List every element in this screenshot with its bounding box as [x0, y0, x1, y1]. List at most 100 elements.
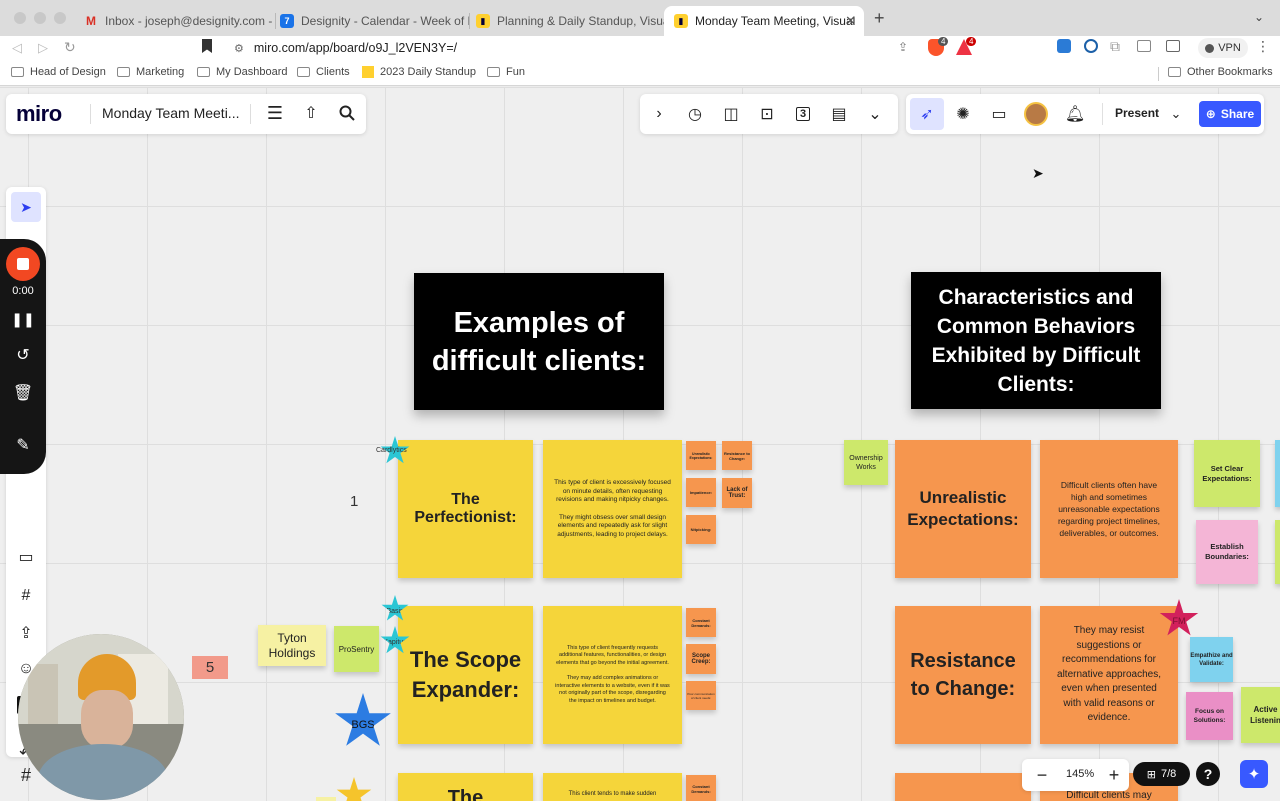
sticky-poor-comm-small[interactable]: Poor communication of client needs:	[686, 681, 716, 710]
sticky-perfectionist[interactable]: The Perfectionist:	[398, 440, 533, 578]
bookmark-daily-standup[interactable]: 2023 Daily Standup	[362, 66, 476, 78]
menu-dots-icon[interactable]: ⋮	[1256, 38, 1270, 55]
reload-icon[interactable]: ↻	[64, 39, 76, 56]
expand-chevron-icon[interactable]: ›	[648, 103, 670, 125]
focus-icon[interactable]: ⊡	[756, 103, 778, 125]
url-field[interactable]: ⚙ miro.com/app/board/o9J_l2VEN3Y=/	[226, 37, 916, 59]
sticky-scope-expander[interactable]: The Scope Expander:	[398, 606, 533, 744]
sticky-resistance-to-change[interactable]: Resistance to Change:	[895, 606, 1031, 744]
trash-icon[interactable]: 🗑︎	[12, 383, 34, 403]
ai-assist-button[interactable]: ✦	[1240, 760, 1268, 788]
heading-characteristics[interactable]: Characteristics and Common Behaviors Exh…	[911, 272, 1161, 409]
sticky-edge-green[interactable]	[1275, 520, 1280, 584]
share-page-icon[interactable]: ⇪	[898, 40, 908, 54]
board-title[interactable]: Monday Team Meeti...	[102, 105, 239, 121]
stop-record-button[interactable]	[6, 247, 40, 281]
star-yellow-icon[interactable]	[336, 777, 372, 801]
wallet-icon[interactable]	[1166, 40, 1180, 52]
user-avatar[interactable]	[1024, 102, 1048, 126]
search-icon[interactable]	[336, 102, 358, 124]
sticky-unrealistic-desc[interactable]: Difficult clients often have high and so…	[1040, 440, 1178, 578]
sticky-resistance-desc[interactable]: They may resist suggestions or recommend…	[1040, 606, 1178, 744]
comment-icon[interactable]: ▭	[988, 103, 1010, 125]
menu-icon[interactable]: ☰	[264, 102, 286, 124]
bookmark-fun[interactable]: Fun	[487, 66, 525, 78]
sticky-perfectionist-desc[interactable]: This type of client is excessively focus…	[543, 440, 682, 578]
zoom-out-icon[interactable]: −	[1032, 764, 1052, 786]
sidebar-toggle-icon[interactable]	[1137, 40, 1151, 52]
sticky-edge-blue[interactable]	[1275, 440, 1280, 507]
sticky-empathize-validate[interactable]: Empathize and Validate:	[1190, 637, 1233, 682]
sticky-set-clear-expectations[interactable]: Set Clear Expectations:	[1194, 440, 1260, 507]
bookmark-marketing[interactable]: Marketing	[117, 66, 184, 78]
sticky-nitpicking-small[interactable]: Nitpicking:	[686, 515, 716, 544]
sticky-prosentry[interactable]: ProSentry	[334, 626, 379, 672]
window-zoom-button[interactable]	[54, 12, 66, 24]
timer-icon[interactable]: ◷	[684, 103, 706, 125]
tab-calendar[interactable]: 7 Designity - Calendar - Week of Dec	[270, 6, 470, 36]
close-tab-icon[interactable]: ✕	[845, 13, 856, 29]
extension-globe-icon[interactable]	[1084, 39, 1098, 53]
help-button[interactable]: ?	[1196, 762, 1220, 786]
comment-tool-icon[interactable]: ▭	[15, 546, 37, 568]
reactions-icon[interactable]: ✺	[952, 103, 974, 125]
bookmark-clients[interactable]: Clients	[297, 66, 350, 78]
sticky-focus-on-solutions[interactable]: Focus on Solutions:	[1186, 692, 1233, 740]
sticky-unrealistic-small[interactable]: Unrealistic Expectations:	[686, 441, 716, 470]
present-options-chevron-icon[interactable]: ⌄	[1168, 103, 1184, 125]
frame-tool-icon[interactable]: #	[15, 585, 37, 607]
window-minimize-button[interactable]	[34, 12, 46, 24]
extensions-puzzle-icon[interactable]: ⧉	[1110, 38, 1120, 55]
sticky-scope-creep-small[interactable]: Scope Creep:	[686, 644, 716, 674]
sticky-resistance-small[interactable]: Resistance to Change:	[722, 441, 752, 470]
sticky-unrealistic-expectations[interactable]: Unrealistic Expectations:	[895, 440, 1031, 578]
site-settings-icon[interactable]: ⚙	[234, 42, 244, 55]
tab-gmail[interactable]: M Inbox - joseph@designity.com - De	[74, 6, 274, 36]
share-button[interactable]: ⊕ Share	[1199, 101, 1261, 127]
sticky-third-desc[interactable]: This client tends to make sudden	[543, 773, 682, 801]
sticky-establish-boundaries[interactable]: Establish Boundaries:	[1196, 520, 1258, 584]
sticky-edge-yellow[interactable]	[316, 797, 336, 801]
sticky-third-type[interactable]: The	[398, 773, 533, 801]
more-chevron-icon[interactable]: ⌄	[864, 103, 886, 125]
sticky-scope-desc[interactable]: This type of client frequently requests …	[543, 606, 682, 744]
select-tool-icon[interactable]: ➤	[11, 192, 41, 222]
sticky-tyton-holdings[interactable]: Tyton Holdings	[258, 625, 326, 666]
sticky-impatience-small[interactable]: Impatience:	[686, 478, 716, 507]
miro-logo[interactable]: miro	[16, 101, 62, 127]
bell-icon[interactable]: 🔔︎	[1064, 103, 1086, 125]
star-bgs-icon[interactable]: BGS	[335, 693, 391, 746]
cursor-tool-icon[interactable]: ➶	[910, 98, 944, 130]
tab-list-chevron-icon[interactable]: ⌄	[1254, 10, 1264, 24]
window-close-button[interactable]	[14, 12, 26, 24]
sticky-add-icon[interactable]: ◫	[720, 103, 742, 125]
new-tab-button[interactable]: +	[874, 8, 885, 29]
restart-icon[interactable]: ↺	[12, 345, 34, 365]
pause-icon[interactable]: ❚❚	[11, 309, 34, 329]
zoom-level[interactable]: 145%	[1066, 768, 1094, 780]
frames-list-icon[interactable]: #	[14, 763, 38, 787]
notes-icon[interactable]: ▤	[828, 103, 850, 125]
zoom-in-icon[interactable]: +	[1104, 764, 1124, 786]
sticky-ownership-works[interactable]: Ownership Works	[844, 440, 888, 485]
bookmark-icon[interactable]	[202, 39, 212, 53]
sticky-active-listening[interactable]: Active Listenin	[1241, 687, 1280, 743]
bookmark-my-dashboard[interactable]: My Dashboard	[197, 66, 288, 78]
draw-icon[interactable]: ✎	[12, 435, 34, 455]
voting-icon[interactable]: 3	[792, 103, 814, 125]
webcam-bubble[interactable]	[18, 634, 184, 800]
tab-monday-meeting[interactable]: ▮ Monday Team Meeting, Visual ✕	[664, 6, 864, 36]
sticky-constant-demands-small-2[interactable]: Constant Demands:	[686, 775, 716, 801]
sticky-constant-demands-small[interactable]: Constant Demands:	[686, 608, 716, 637]
forward-icon[interactable]: ▷	[38, 40, 48, 56]
heading-examples[interactable]: Examples of difficult clients:	[414, 273, 664, 410]
export-icon[interactable]: ⇧	[300, 102, 322, 124]
miro-board-canvas[interactable]: miro Monday Team Meeti... ☰ ⇧ › ◷ ◫ ⊡ 3 …	[0, 87, 1280, 801]
frames-navigator-button[interactable]: ⊞ 7/8	[1133, 762, 1190, 786]
present-button[interactable]: Present	[1115, 106, 1159, 120]
vpn-button[interactable]: VPN	[1198, 38, 1248, 58]
bookmark-head-of-design[interactable]: Head of Design	[11, 66, 106, 78]
tab-planning[interactable]: ▮ Planning & Daily Standup, Visual W	[466, 6, 664, 36]
back-icon[interactable]: ◁	[12, 40, 22, 56]
extension-s-icon[interactable]	[1057, 39, 1071, 53]
